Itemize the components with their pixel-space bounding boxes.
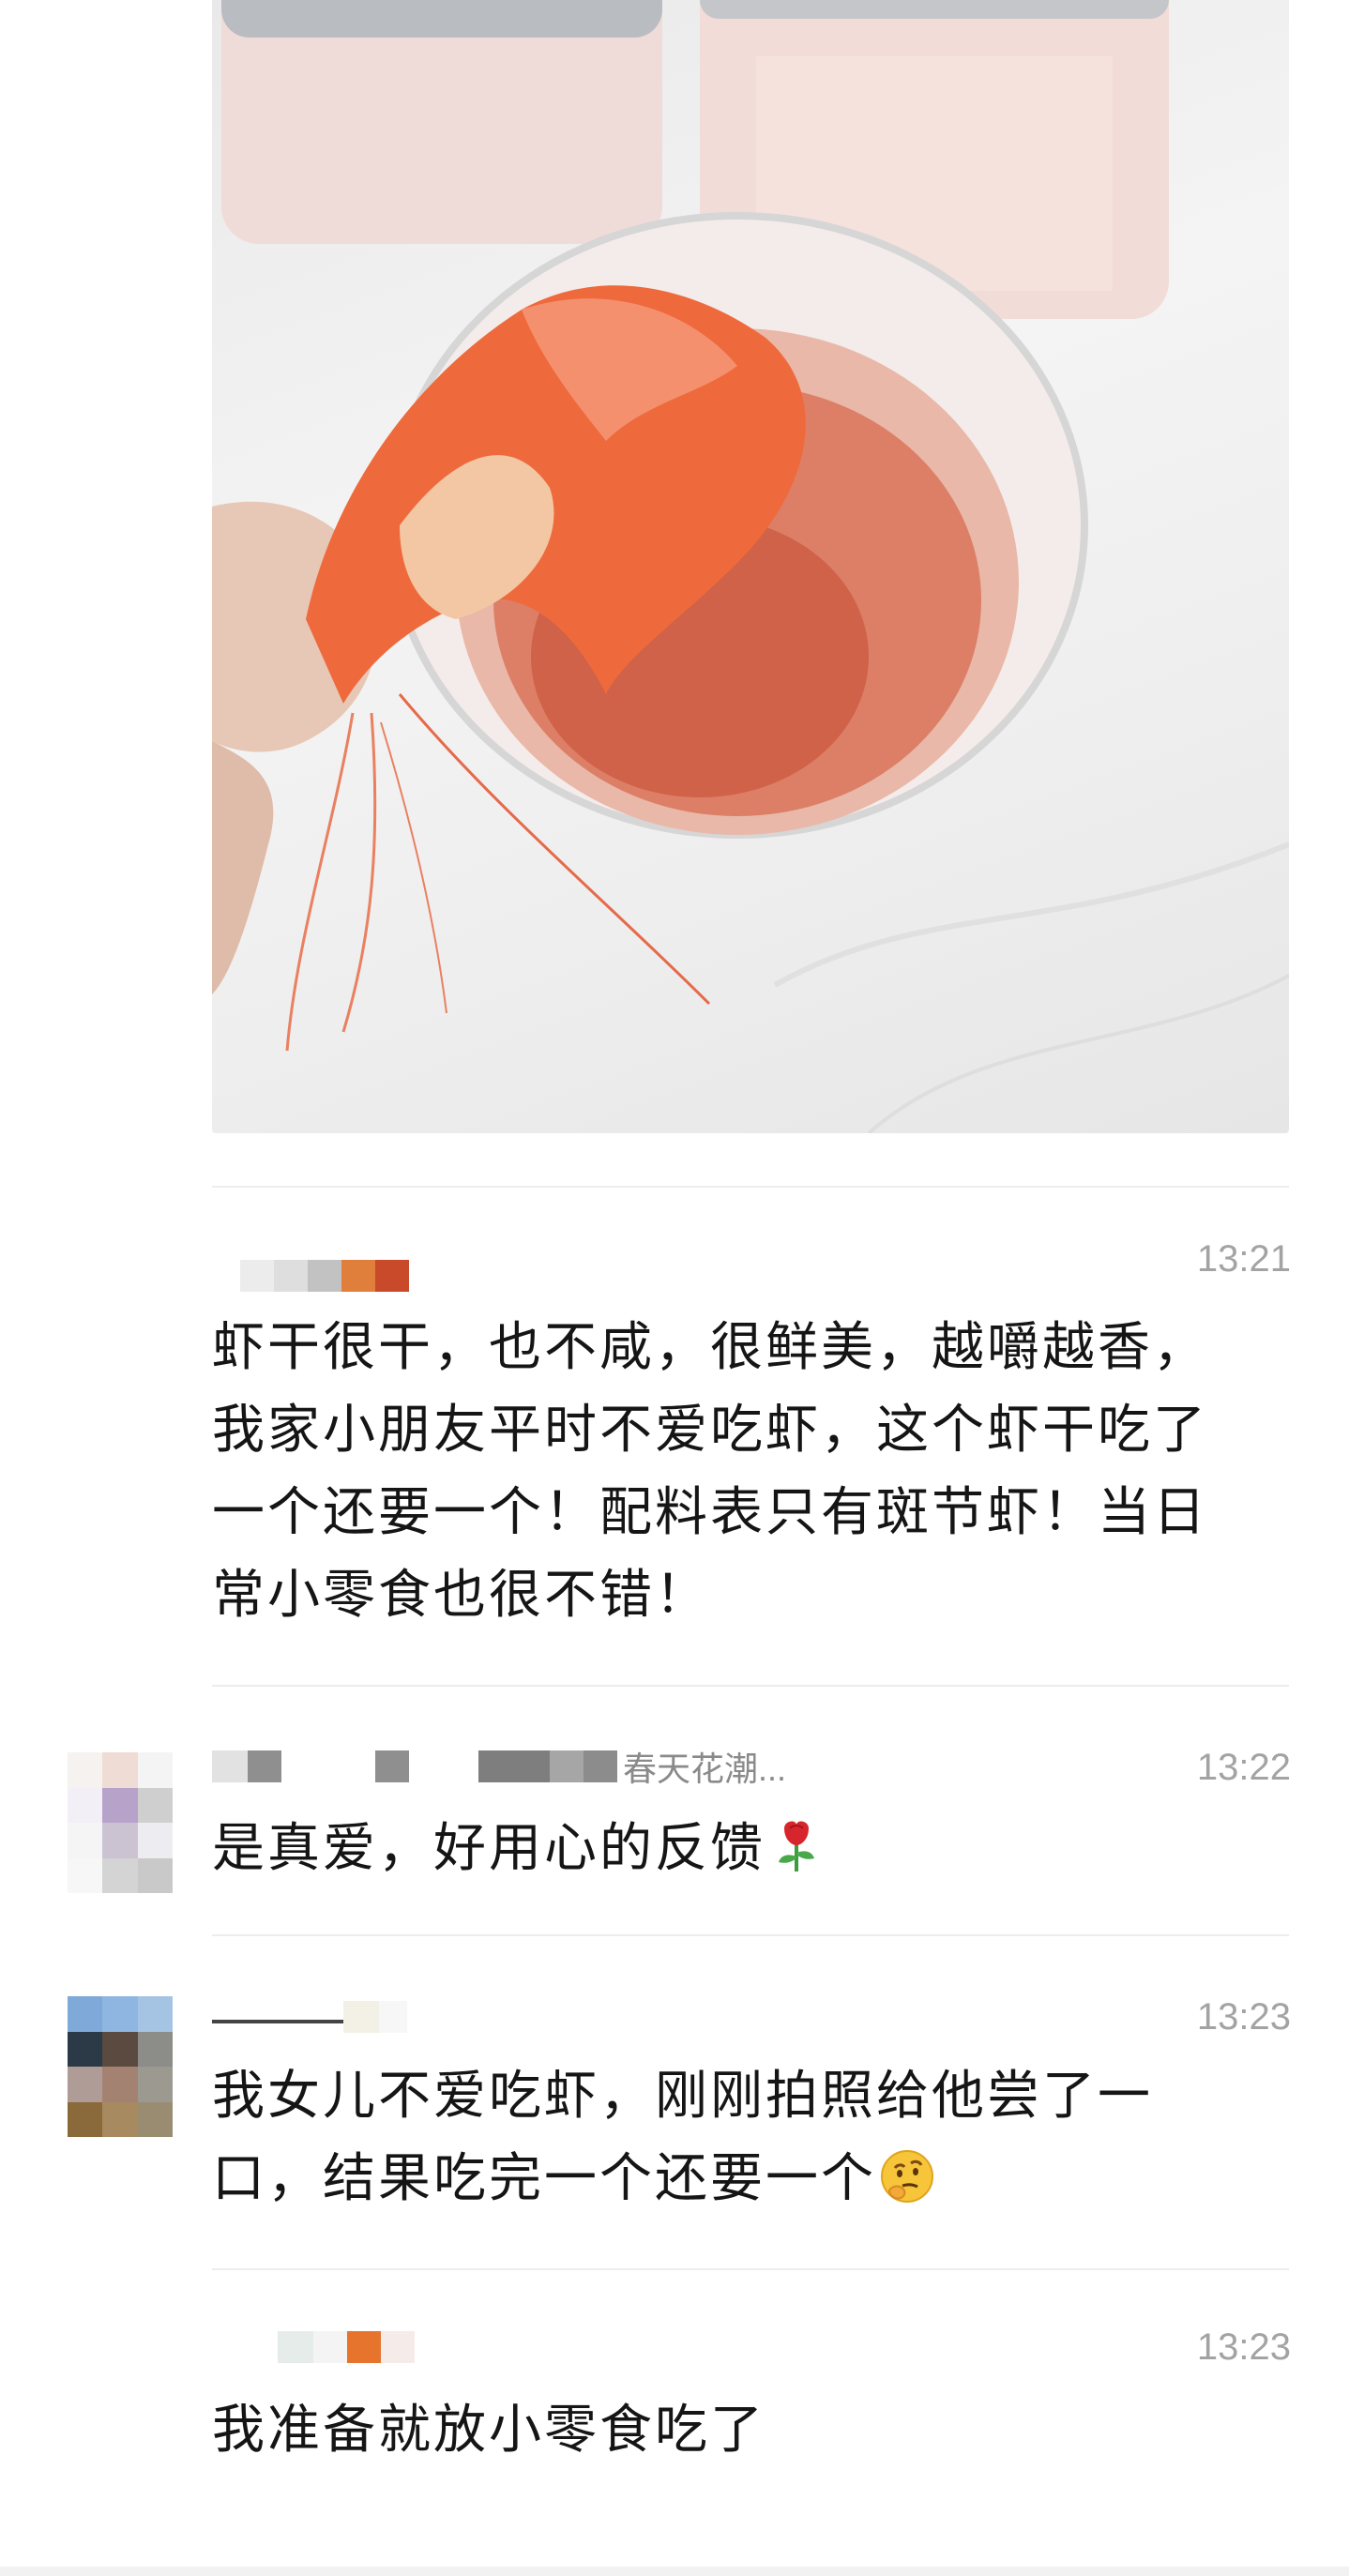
comment-text: 是真爱，好用心的反馈 — [212, 1807, 1263, 1889]
comment-time: 13:23 — [1196, 2326, 1291, 2368]
comment-time: 13:23 — [1196, 1996, 1291, 2038]
nickname-blurred[interactable] — [212, 1257, 409, 1295]
nickname-text: 春天花潮... — [623, 1750, 787, 1788]
divider — [212, 2268, 1289, 2270]
dried-shrimp-photo-icon — [212, 0, 1289, 1133]
comment-text-body: 是真爱，好用心的反馈 — [212, 1818, 765, 1877]
divider — [212, 1685, 1289, 1687]
comment-time: 13:21 — [1196, 1238, 1291, 1280]
comment-text: 虾干很干，也不咸，很鲜美，越嚼越香，我家小朋友平时不爱吃虾，这个虾干吃了一个还要… — [212, 1317, 1208, 1624]
bottom-edge — [0, 2567, 1349, 2576]
comment-text: 我准备就放小零食吃了 — [212, 2400, 765, 2459]
nickname[interactable]: 春天花潮... — [212, 1748, 786, 1788]
nickname-blurred[interactable] — [212, 1998, 407, 2036]
avatar[interactable] — [68, 1996, 173, 2137]
nickname-blurred[interactable] — [212, 2328, 415, 2366]
comment-text: 我女儿不爱吃虾，刚刚拍照给他尝了一口，结果吃完一个还要一个 — [212, 2054, 1263, 2220]
comment-text-body: 我女儿不爱吃虾，刚刚拍照给他尝了一口，结果吃完一个还要一个 — [212, 2066, 1153, 2207]
divider — [212, 1186, 1289, 1188]
comment-time: 13:22 — [1196, 1747, 1291, 1788]
shrimp-photo[interactable] — [212, 0, 1289, 1133]
avatar[interactable] — [68, 1752, 173, 1893]
divider — [212, 1934, 1289, 1936]
rose-emoji-icon — [779, 1821, 814, 1871]
thinking-face-emoji-icon — [881, 2150, 933, 2203]
